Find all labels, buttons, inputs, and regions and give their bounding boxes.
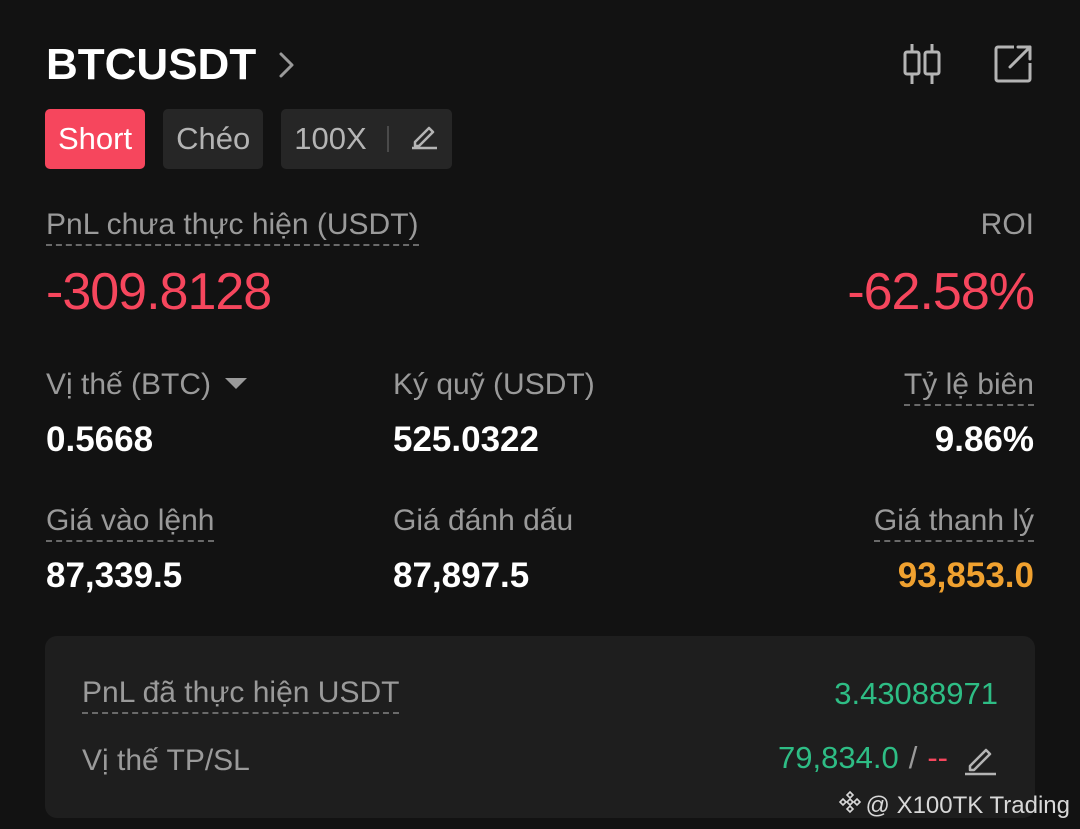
liquidation-price-value: 93,853.0	[897, 556, 1034, 595]
position-size-value: 0.5668	[46, 420, 154, 459]
edit-pencil-icon[interactable]	[962, 740, 998, 776]
caret-down-icon[interactable]	[225, 377, 248, 389]
unrealized-pnl-value: -309.8128	[46, 263, 272, 321]
liquidation-price-label[interactable]: Giá thanh lý	[873, 504, 1034, 542]
tpsl-separator: /	[908, 740, 918, 775]
realized-pnl-label[interactable]: PnL đã thực hiện USDT	[82, 676, 400, 714]
share-external-icon[interactable]	[992, 43, 1034, 85]
stop-loss-value: --	[927, 740, 948, 775]
entry-price-value: 87,339.5	[46, 556, 183, 595]
mark-price-value: 87,897.5	[393, 556, 530, 595]
header-actions	[902, 42, 1034, 86]
watermark-text: @ X100TK Trading	[865, 791, 1070, 819]
leverage-button[interactable]: 100X	[281, 109, 452, 169]
unrealized-pnl-label[interactable]: PnL chưa thực hiện (USDT)	[46, 208, 419, 246]
position-size-label[interactable]: Vị thế (BTC)	[46, 368, 248, 402]
tpsl-label: Vị thế TP/SL	[82, 744, 250, 777]
position-header: BTCUSDT	[46, 38, 1034, 92]
tpsl-value-group: 79,834.0 / --	[778, 740, 998, 776]
chevron-right-icon[interactable]	[278, 50, 296, 80]
binance-logo-icon	[838, 790, 862, 821]
watermark: @ X100TK Trading	[838, 790, 1070, 821]
candlestick-chart-icon[interactable]	[902, 42, 942, 86]
margin-mode-badge[interactable]: Chéo	[163, 109, 264, 169]
margin-value: 525.0322	[393, 420, 539, 459]
symbol-title[interactable]: BTCUSDT	[46, 40, 256, 90]
side-badge: Short	[45, 109, 146, 169]
roi-label: ROI	[980, 208, 1034, 241]
margin-label: Ký quỹ (USDT)	[393, 368, 595, 401]
divider	[386, 126, 389, 152]
entry-price-label[interactable]: Giá vào lệnh	[46, 504, 215, 542]
edit-pencil-icon	[409, 120, 439, 158]
position-tags: Short Chéo 100X	[45, 109, 452, 169]
take-profit-value: 79,834.0	[778, 740, 899, 775]
margin-ratio-label[interactable]: Tỷ lệ biên	[903, 368, 1034, 406]
mark-price-label: Giá đánh dấu	[393, 504, 574, 537]
realized-pnl-value: 3.43088971	[834, 676, 998, 711]
leverage-value: 100X	[294, 121, 367, 156]
roi-value: -62.58%	[847, 263, 1035, 321]
margin-ratio-value: 9.86%	[934, 420, 1034, 459]
